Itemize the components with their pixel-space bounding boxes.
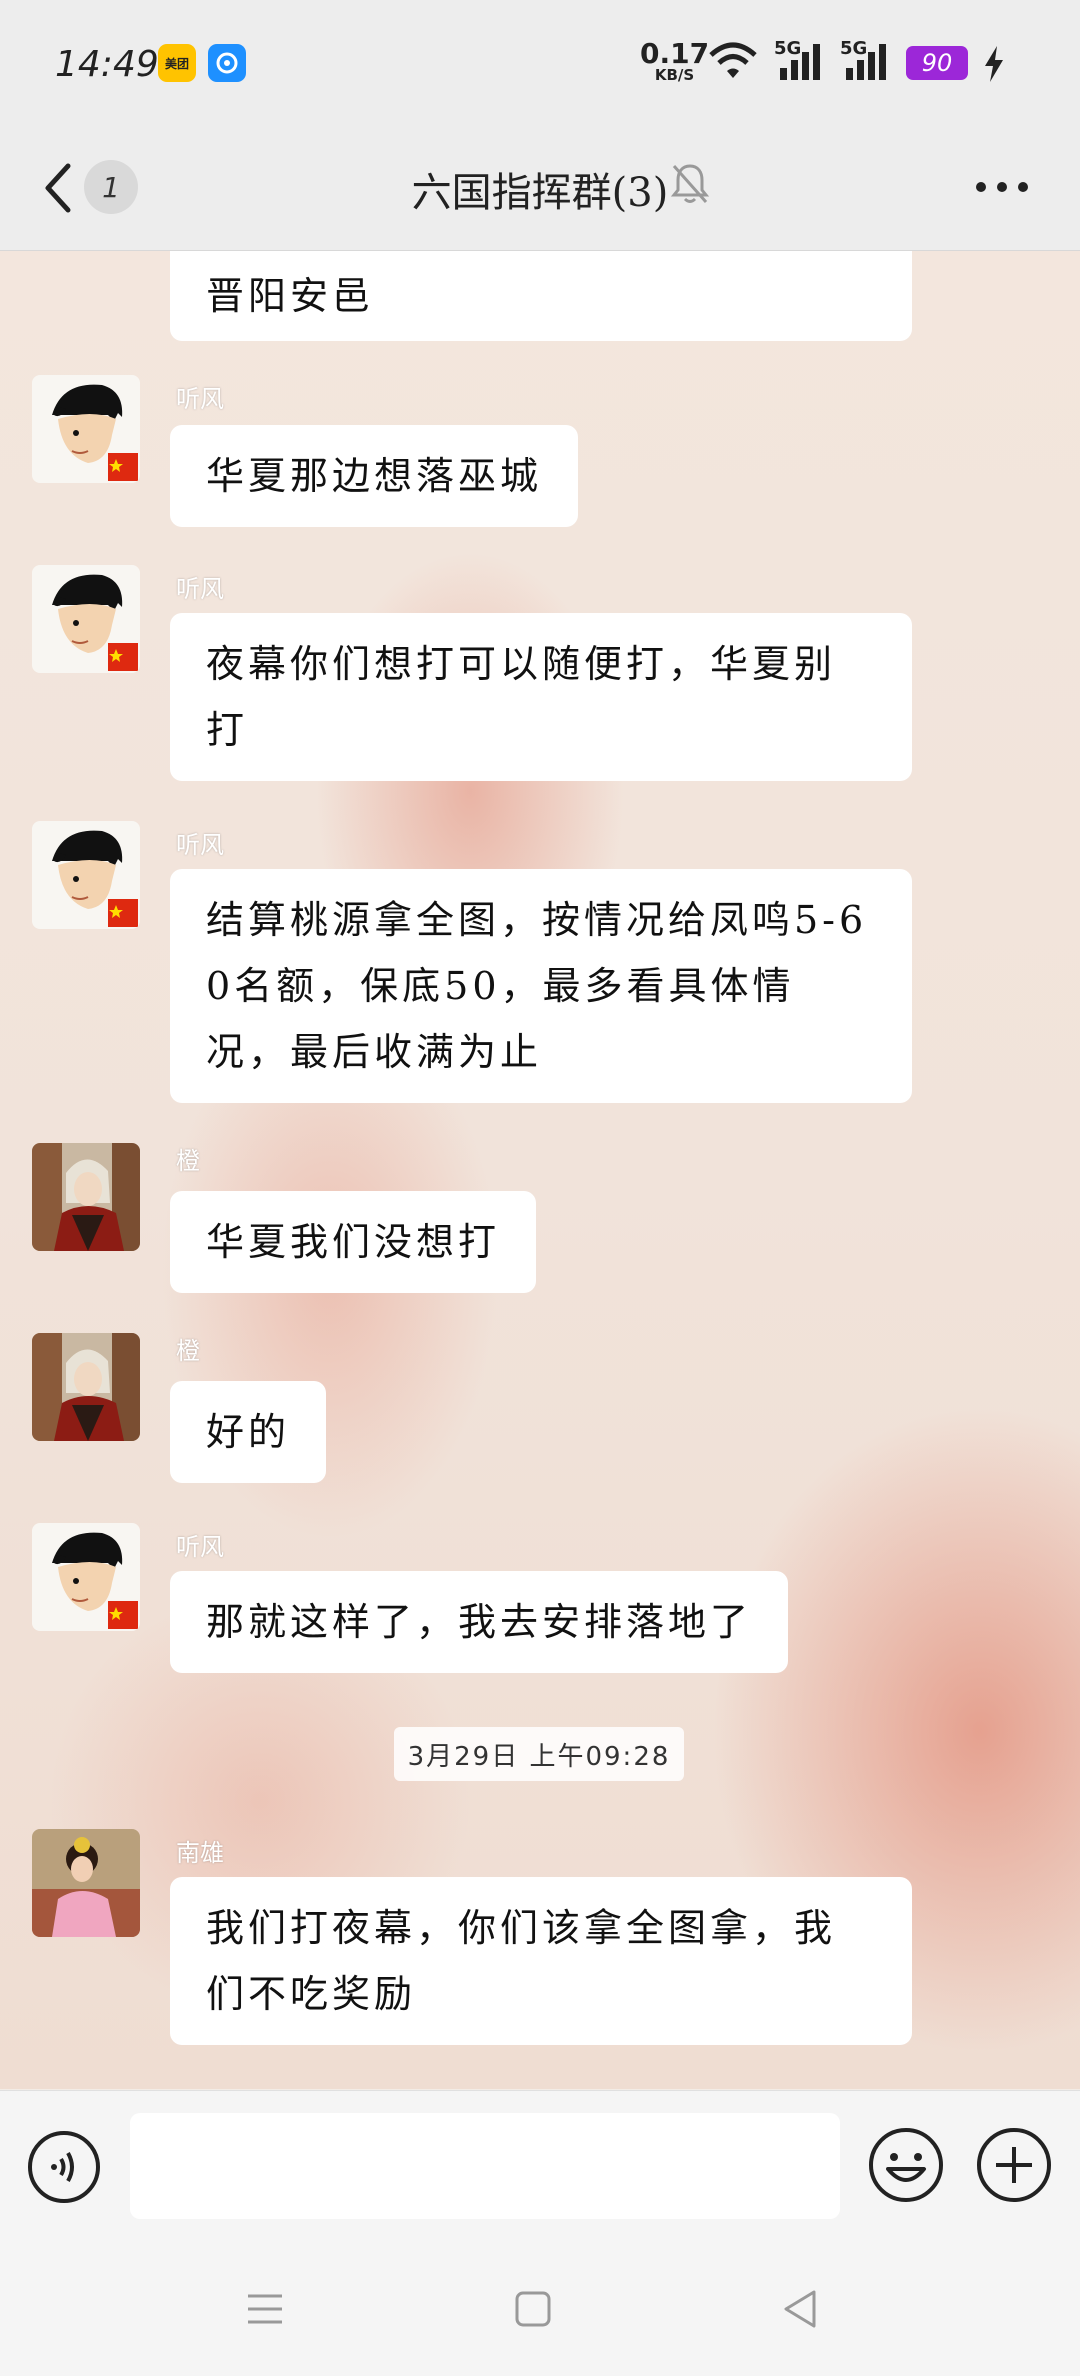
message-bubble[interactable]: 好的 xyxy=(170,1381,327,1483)
wifi-icon xyxy=(709,42,757,78)
avatar-tingfeng[interactable] xyxy=(32,1523,140,1631)
sender-name: 听风 xyxy=(176,831,224,859)
group-title-wrap[interactable]: 六国指挥群(3) xyxy=(0,160,1080,218)
menu-icon[interactable] xyxy=(240,2284,290,2334)
sender-name: 橙 xyxy=(176,1147,200,1175)
emoji-icon[interactable] xyxy=(866,2125,946,2205)
more-icon[interactable] xyxy=(974,180,1030,194)
message-bubble[interactable]: 夜幕你们想打可以随便打，华夏别打 xyxy=(170,613,912,781)
sender-name: 听风 xyxy=(176,575,224,603)
chat-message-list[interactable]: 晋阳安邑 听风 华夏那边想落巫城 听风 夜幕你们想打可以随便打，华夏别打 听风 … xyxy=(0,251,1080,2089)
message-bubble[interactable]: 华夏我们没想打 xyxy=(170,1191,537,1293)
avatar-cheng[interactable] xyxy=(32,1333,140,1441)
avatar-nanxiong[interactable] xyxy=(32,1829,140,1937)
net-speed-value: 0.17 xyxy=(640,37,710,70)
page-title[interactable]: 六国指挥群(3) xyxy=(412,160,669,218)
net-speed-unit: KB/S xyxy=(654,66,695,84)
status-bar: 14:49 美团 0.17 KB/S 5G 5G 90 xyxy=(0,0,1080,130)
voice-icon[interactable] xyxy=(26,2129,102,2205)
bell-off-icon xyxy=(670,164,710,203)
sender-name: 橙 xyxy=(176,1337,200,1365)
message-bubble[interactable]: 那就这样了，我去安排落地了 xyxy=(170,1571,789,1673)
plus-icon[interactable] xyxy=(974,2125,1054,2205)
status-time: 14:49 xyxy=(55,44,159,85)
meituan-app-icon: 美团 xyxy=(158,44,196,82)
time-divider: 3月29日 上午09:28 xyxy=(394,1727,684,1781)
network-speed: 0.17 KB/S xyxy=(640,40,709,83)
message-bubble[interactable]: 我们打夜幕，你们该拿全图拿，我们不吃奖励 xyxy=(170,1877,912,2045)
chat-header: 1 六国指挥群(3) xyxy=(0,130,1080,251)
avatar-tingfeng[interactable] xyxy=(32,565,140,673)
sender-name: 听风 xyxy=(176,1533,224,1561)
message-input[interactable] xyxy=(130,2113,840,2219)
sender-name: 南雄 xyxy=(176,1839,224,1867)
notification-app-icon xyxy=(208,44,246,82)
system-navigation-bar xyxy=(0,2240,1080,2376)
avatar-tingfeng[interactable] xyxy=(32,821,140,929)
battery-indicator: 90 xyxy=(906,46,968,80)
avatar-cheng[interactable] xyxy=(32,1143,140,1251)
message-bubble[interactable]: 晋阳安邑 xyxy=(170,251,912,341)
sender-name: 听风 xyxy=(176,385,224,413)
back-triangle-icon[interactable] xyxy=(776,2284,826,2334)
input-bar xyxy=(0,2090,1080,2241)
home-icon[interactable] xyxy=(508,2284,558,2334)
avatar-tingfeng[interactable] xyxy=(32,375,140,483)
charging-icon xyxy=(985,46,1003,82)
message-bubble[interactable]: 结算桃源拿全图，按情况给凤鸣5-60名额，保底50，最多看具体情况，最后收满为止 xyxy=(170,869,912,1103)
message-bubble[interactable]: 华夏那边想落巫城 xyxy=(170,425,579,527)
